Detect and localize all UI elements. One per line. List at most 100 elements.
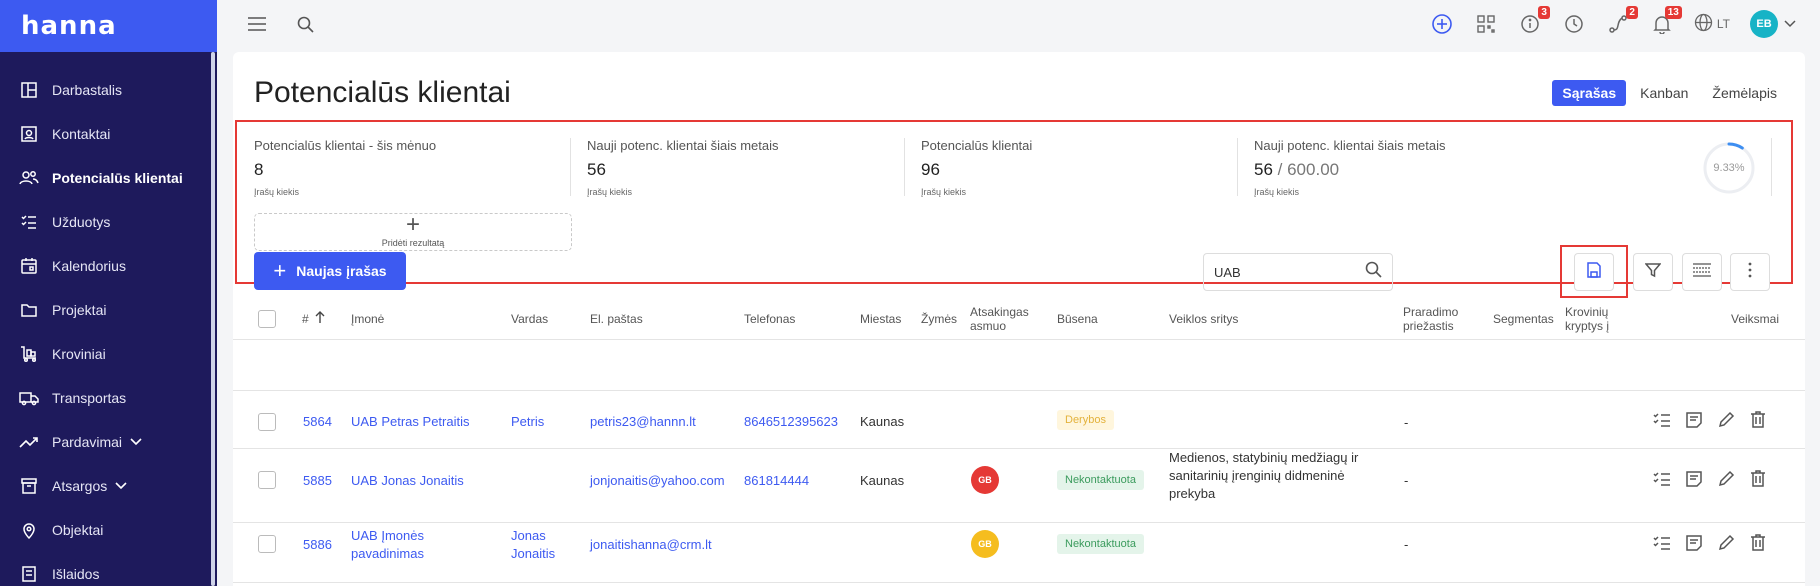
filter-button[interactable] — [1633, 253, 1673, 291]
stat-label: Potencialūs klientai — [921, 138, 1033, 153]
note-icon[interactable] — [1683, 409, 1705, 431]
clock-icon[interactable] — [1562, 12, 1586, 36]
search-icon[interactable] — [1365, 261, 1382, 283]
column-header-status[interactable]: Būsena — [1057, 312, 1098, 326]
stat-card[interactable]: Nauji potenc. klientai šiais metais 56 /… — [1254, 138, 1445, 198]
trash-icon[interactable] — [1747, 468, 1769, 490]
stat-card[interactable]: Nauji potenc. klientai šiais metais 56 Į… — [587, 138, 778, 198]
sidebar-item-label: Išlaidos — [52, 566, 100, 582]
column-header-city[interactable]: Miestas — [860, 312, 901, 326]
tasks-icon[interactable] — [1651, 468, 1673, 490]
sidebar-item-pardavimai[interactable]: Pardavimai — [0, 420, 217, 464]
sidebar-item-uzduotys[interactable]: Užduotys — [0, 200, 217, 244]
sidebar-item-label: Darbastalis — [52, 82, 123, 98]
column-header-cargo-direction[interactable]: Krovinių kryptys į — [1565, 305, 1615, 333]
sidebar-item-atsargos[interactable]: Atsargos — [0, 464, 217, 508]
avatar[interactable]: GB — [971, 466, 999, 494]
tasks-icon — [18, 211, 40, 233]
avatar[interactable]: GB — [971, 530, 999, 558]
note-icon[interactable] — [1683, 468, 1705, 490]
qr-code-icon[interactable] — [1474, 12, 1498, 36]
trash-icon[interactable] — [1747, 532, 1769, 554]
column-header-loss-reason[interactable]: Praradimo priežastis — [1403, 305, 1463, 333]
search-input[interactable] — [1214, 264, 1365, 280]
language-switcher[interactable]: LT — [1694, 13, 1730, 35]
view-switcher: Sąrašas Kanban Žemėlapis — [1552, 80, 1787, 106]
edit-pencil-icon[interactable] — [1715, 468, 1737, 490]
column-header-tags[interactable]: Žymės — [921, 312, 957, 326]
row-name[interactable]: Jonas Jonaitis — [511, 527, 571, 563]
view-kanban-button[interactable]: Kanban — [1630, 80, 1698, 106]
stat-card[interactable]: Potencialūs klientai - šis mėnuo 8 Įrašų… — [254, 138, 436, 198]
column-header-responsible[interactable]: Atsakingas asmuo — [970, 305, 1032, 333]
add-circle-icon[interactable] — [1430, 12, 1454, 36]
row-id[interactable]: 5864 — [303, 413, 332, 431]
stat-value: 56 — [587, 160, 606, 179]
notifications-badge: 13 — [1664, 6, 1682, 19]
row-loss-reason: - — [1404, 415, 1409, 430]
note-icon[interactable] — [1683, 532, 1705, 554]
row-checkbox[interactable] — [258, 535, 276, 553]
row-company[interactable]: UAB Įmonės pavadinimas — [351, 527, 471, 563]
sidebar-item-kroviniai[interactable]: Kroviniai — [0, 332, 217, 376]
row-checkbox[interactable] — [258, 471, 276, 489]
view-map-button[interactable]: Žemėlapis — [1702, 80, 1787, 106]
sidebar-item-kalendorius[interactable]: Kalendorius — [0, 244, 217, 288]
sidebar-item-kontaktai[interactable]: Kontaktai — [0, 112, 217, 156]
sidebar-item-label: Objektai — [52, 522, 104, 538]
search-icon[interactable] — [293, 12, 317, 36]
edit-pencil-icon[interactable] — [1715, 409, 1737, 431]
trash-icon[interactable] — [1747, 409, 1769, 431]
view-list-button[interactable]: Sąrašas — [1552, 80, 1627, 106]
row-email[interactable]: jonjonaitis@yahoo.com — [590, 472, 725, 490]
info-icon[interactable]: 3 — [1518, 6, 1550, 36]
bell-icon[interactable]: 13 — [1650, 6, 1682, 36]
add-result-button[interactable]: + Pridėti rezultatą — [254, 213, 572, 251]
row-checkbox[interactable] — [258, 413, 276, 431]
sidebar-item-objektai[interactable]: Objektai — [0, 508, 217, 552]
sidebar-item-islaidos[interactable]: Išlaidos — [0, 552, 217, 586]
new-record-button[interactable]: + Naujas įrašas — [254, 252, 406, 290]
menu-icon[interactable] — [245, 12, 269, 36]
sidebar-item-transportas[interactable]: Transportas — [0, 376, 217, 420]
row-id[interactable]: 5886 — [303, 536, 332, 554]
new-record-label: Naujas įrašas — [296, 263, 387, 279]
row-activity: Medienos, statybinių medžiagų ir sanitar… — [1169, 450, 1359, 501]
column-header-segments[interactable]: Segmentas — [1493, 312, 1554, 326]
stat-value-current: 56 — [1254, 160, 1273, 179]
stat-card[interactable]: Potencialūs klientai 96 Įrašų kiekis — [921, 138, 1032, 198]
tasks-icon[interactable] — [1651, 532, 1673, 554]
row-company[interactable]: UAB Petras Petraitis — [351, 413, 470, 431]
column-header-activity[interactable]: Veiklos sritys — [1169, 312, 1238, 326]
row-email[interactable]: petris23@hannn.lt — [590, 413, 696, 431]
brand-logo[interactable]: hanna — [0, 0, 217, 52]
column-header-phone[interactable]: Telefonas — [744, 312, 795, 326]
column-header-name[interactable]: Vardas — [511, 312, 548, 326]
select-all-checkbox[interactable] — [258, 310, 276, 328]
edit-pencil-icon[interactable] — [1715, 532, 1737, 554]
column-header-email[interactable]: El. paštas — [590, 312, 643, 326]
row-name[interactable]: Petris — [511, 413, 544, 431]
row-phone[interactable]: 861814444 — [744, 472, 809, 490]
sidebar-item-projektai[interactable]: Projektai — [0, 288, 217, 332]
stat-value: 56 / 600.00 — [1254, 160, 1445, 180]
row-email[interactable]: jonaitishanna@crm.lt — [590, 536, 712, 554]
route-icon[interactable]: 2 — [1606, 6, 1638, 36]
row-phone[interactable]: 8646512395623 — [744, 413, 838, 431]
sidebar-scrollbar[interactable] — [211, 52, 215, 586]
sidebar-item-potencialus-klientai[interactable]: Potencialūs klientai — [0, 156, 217, 200]
stat-label: Potencialūs klientai - šis mėnuo — [254, 138, 437, 153]
column-header-id[interactable]: # — [302, 310, 325, 327]
row-company[interactable]: UAB Jonas Jonaitis — [351, 472, 464, 490]
save-view-button[interactable] — [1574, 253, 1614, 291]
row-loss-reason: - — [1404, 473, 1409, 488]
row-id[interactable]: 5885 — [303, 472, 332, 490]
tasks-icon[interactable] — [1651, 409, 1673, 431]
truck-icon — [18, 387, 40, 409]
sidebar-item-darbastalis[interactable]: Darbastalis — [0, 68, 217, 112]
column-header-company[interactable]: Įmonė — [351, 312, 384, 326]
more-options-button[interactable] — [1730, 253, 1770, 291]
user-menu[interactable]: EB — [1750, 10, 1796, 38]
columns-button[interactable] — [1682, 253, 1722, 291]
brand-name: hanna — [21, 11, 117, 41]
